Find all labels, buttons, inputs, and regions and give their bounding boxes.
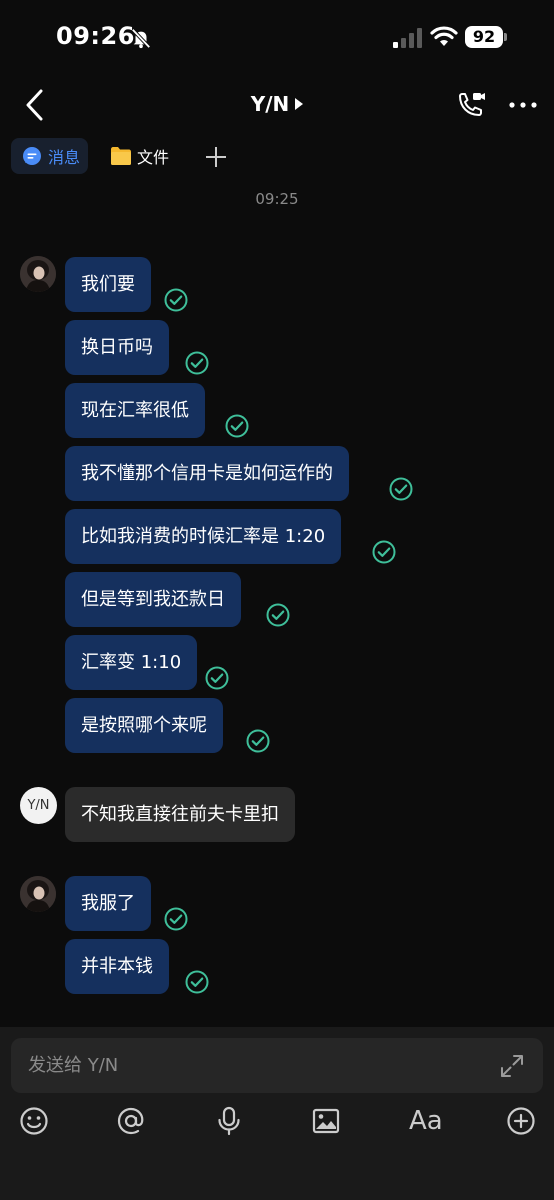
read-check-icon: [185, 351, 209, 375]
status-bar: 09:26 92: [0, 0, 554, 70]
message-bubble[interactable]: 我服了: [65, 876, 151, 931]
chat-tabs: 消息 文件: [0, 138, 554, 174]
title-caret-icon: [295, 98, 304, 110]
chat-bubble-icon: [23, 147, 41, 165]
message-input-placeholder: 发送给 Y/N: [28, 1055, 119, 1076]
message-input[interactable]: 发送给 Y/N: [11, 1038, 543, 1093]
contact-message-bubble[interactable]: 不知我直接往前夫卡里扣: [65, 787, 295, 842]
read-check-icon: [246, 729, 270, 753]
message-bubble[interactable]: 是按照哪个来呢: [65, 698, 223, 753]
chat-screen: 09:26 92 Y/N 消息 文件 09:25 我们要 换日币吗 现在汇率很低…: [0, 0, 554, 1200]
microphone-icon: [218, 1106, 240, 1136]
read-check-icon: [164, 907, 188, 931]
emoji-icon: [20, 1107, 48, 1135]
add-tab-icon[interactable]: [203, 144, 229, 170]
video-call-icon[interactable]: [455, 90, 487, 122]
tab-files-label: 文件: [137, 148, 170, 167]
voice-button[interactable]: [213, 1105, 245, 1137]
muted-bell-icon: [131, 28, 151, 49]
read-check-icon: [185, 970, 209, 994]
emoji-button[interactable]: [18, 1105, 50, 1137]
image-icon: [312, 1108, 340, 1134]
status-time: 09:26: [56, 22, 135, 50]
message-bubble[interactable]: 现在汇率很低: [65, 383, 205, 438]
read-check-icon: [389, 477, 413, 501]
tab-messages-label: 消息: [48, 148, 81, 167]
message-bubble[interactable]: 比如我消费的时候汇率是 1:20: [65, 509, 342, 564]
battery-nub: [504, 33, 507, 41]
chat-timestamp: 09:25: [255, 190, 299, 208]
user-portrait-icon: [20, 256, 56, 292]
more-actions-button[interactable]: [505, 1105, 537, 1137]
read-check-icon: [372, 540, 396, 564]
message-bubble[interactable]: 并非本钱: [65, 939, 169, 994]
cellular-signal-icon: [393, 28, 422, 48]
battery-icon: 92: [465, 26, 507, 48]
message-bubble[interactable]: 但是等到我还款日: [65, 572, 241, 627]
folder-icon: [111, 147, 131, 165]
message-bubble[interactable]: 我不懂那个信用卡是如何运作的: [65, 446, 349, 501]
font-style-button[interactable]: Aa: [409, 1105, 443, 1137]
message-bubble[interactable]: 汇率变 1:10: [65, 635, 198, 690]
plus-circle-icon: [507, 1107, 535, 1135]
nav-bar: Y/N: [0, 70, 554, 140]
avatar[interactable]: [20, 256, 56, 292]
chat-title-text: Y/N: [250, 92, 290, 116]
avatar[interactable]: [20, 876, 56, 912]
mention-button[interactable]: [115, 1105, 147, 1137]
message-bubble[interactable]: 换日币吗: [65, 320, 169, 375]
message-bubble[interactable]: 我们要: [65, 257, 151, 312]
composer: 发送给 Y/N Aa: [0, 1027, 554, 1200]
wifi-icon: [430, 26, 458, 46]
read-check-icon: [266, 603, 290, 627]
tab-files[interactable]: 文件: [110, 138, 190, 174]
user-portrait-icon: [20, 876, 56, 912]
read-check-icon: [225, 414, 249, 438]
more-options-icon[interactable]: [508, 92, 538, 118]
read-check-icon: [205, 666, 229, 690]
expand-icon[interactable]: [499, 1053, 525, 1079]
contact-avatar[interactable]: Y/N: [20, 787, 57, 824]
read-check-icon: [164, 288, 188, 312]
tab-messages[interactable]: 消息: [11, 138, 88, 174]
at-mention-icon: [117, 1107, 144, 1135]
battery-level: 92: [472, 27, 496, 46]
image-button[interactable]: [310, 1105, 342, 1137]
